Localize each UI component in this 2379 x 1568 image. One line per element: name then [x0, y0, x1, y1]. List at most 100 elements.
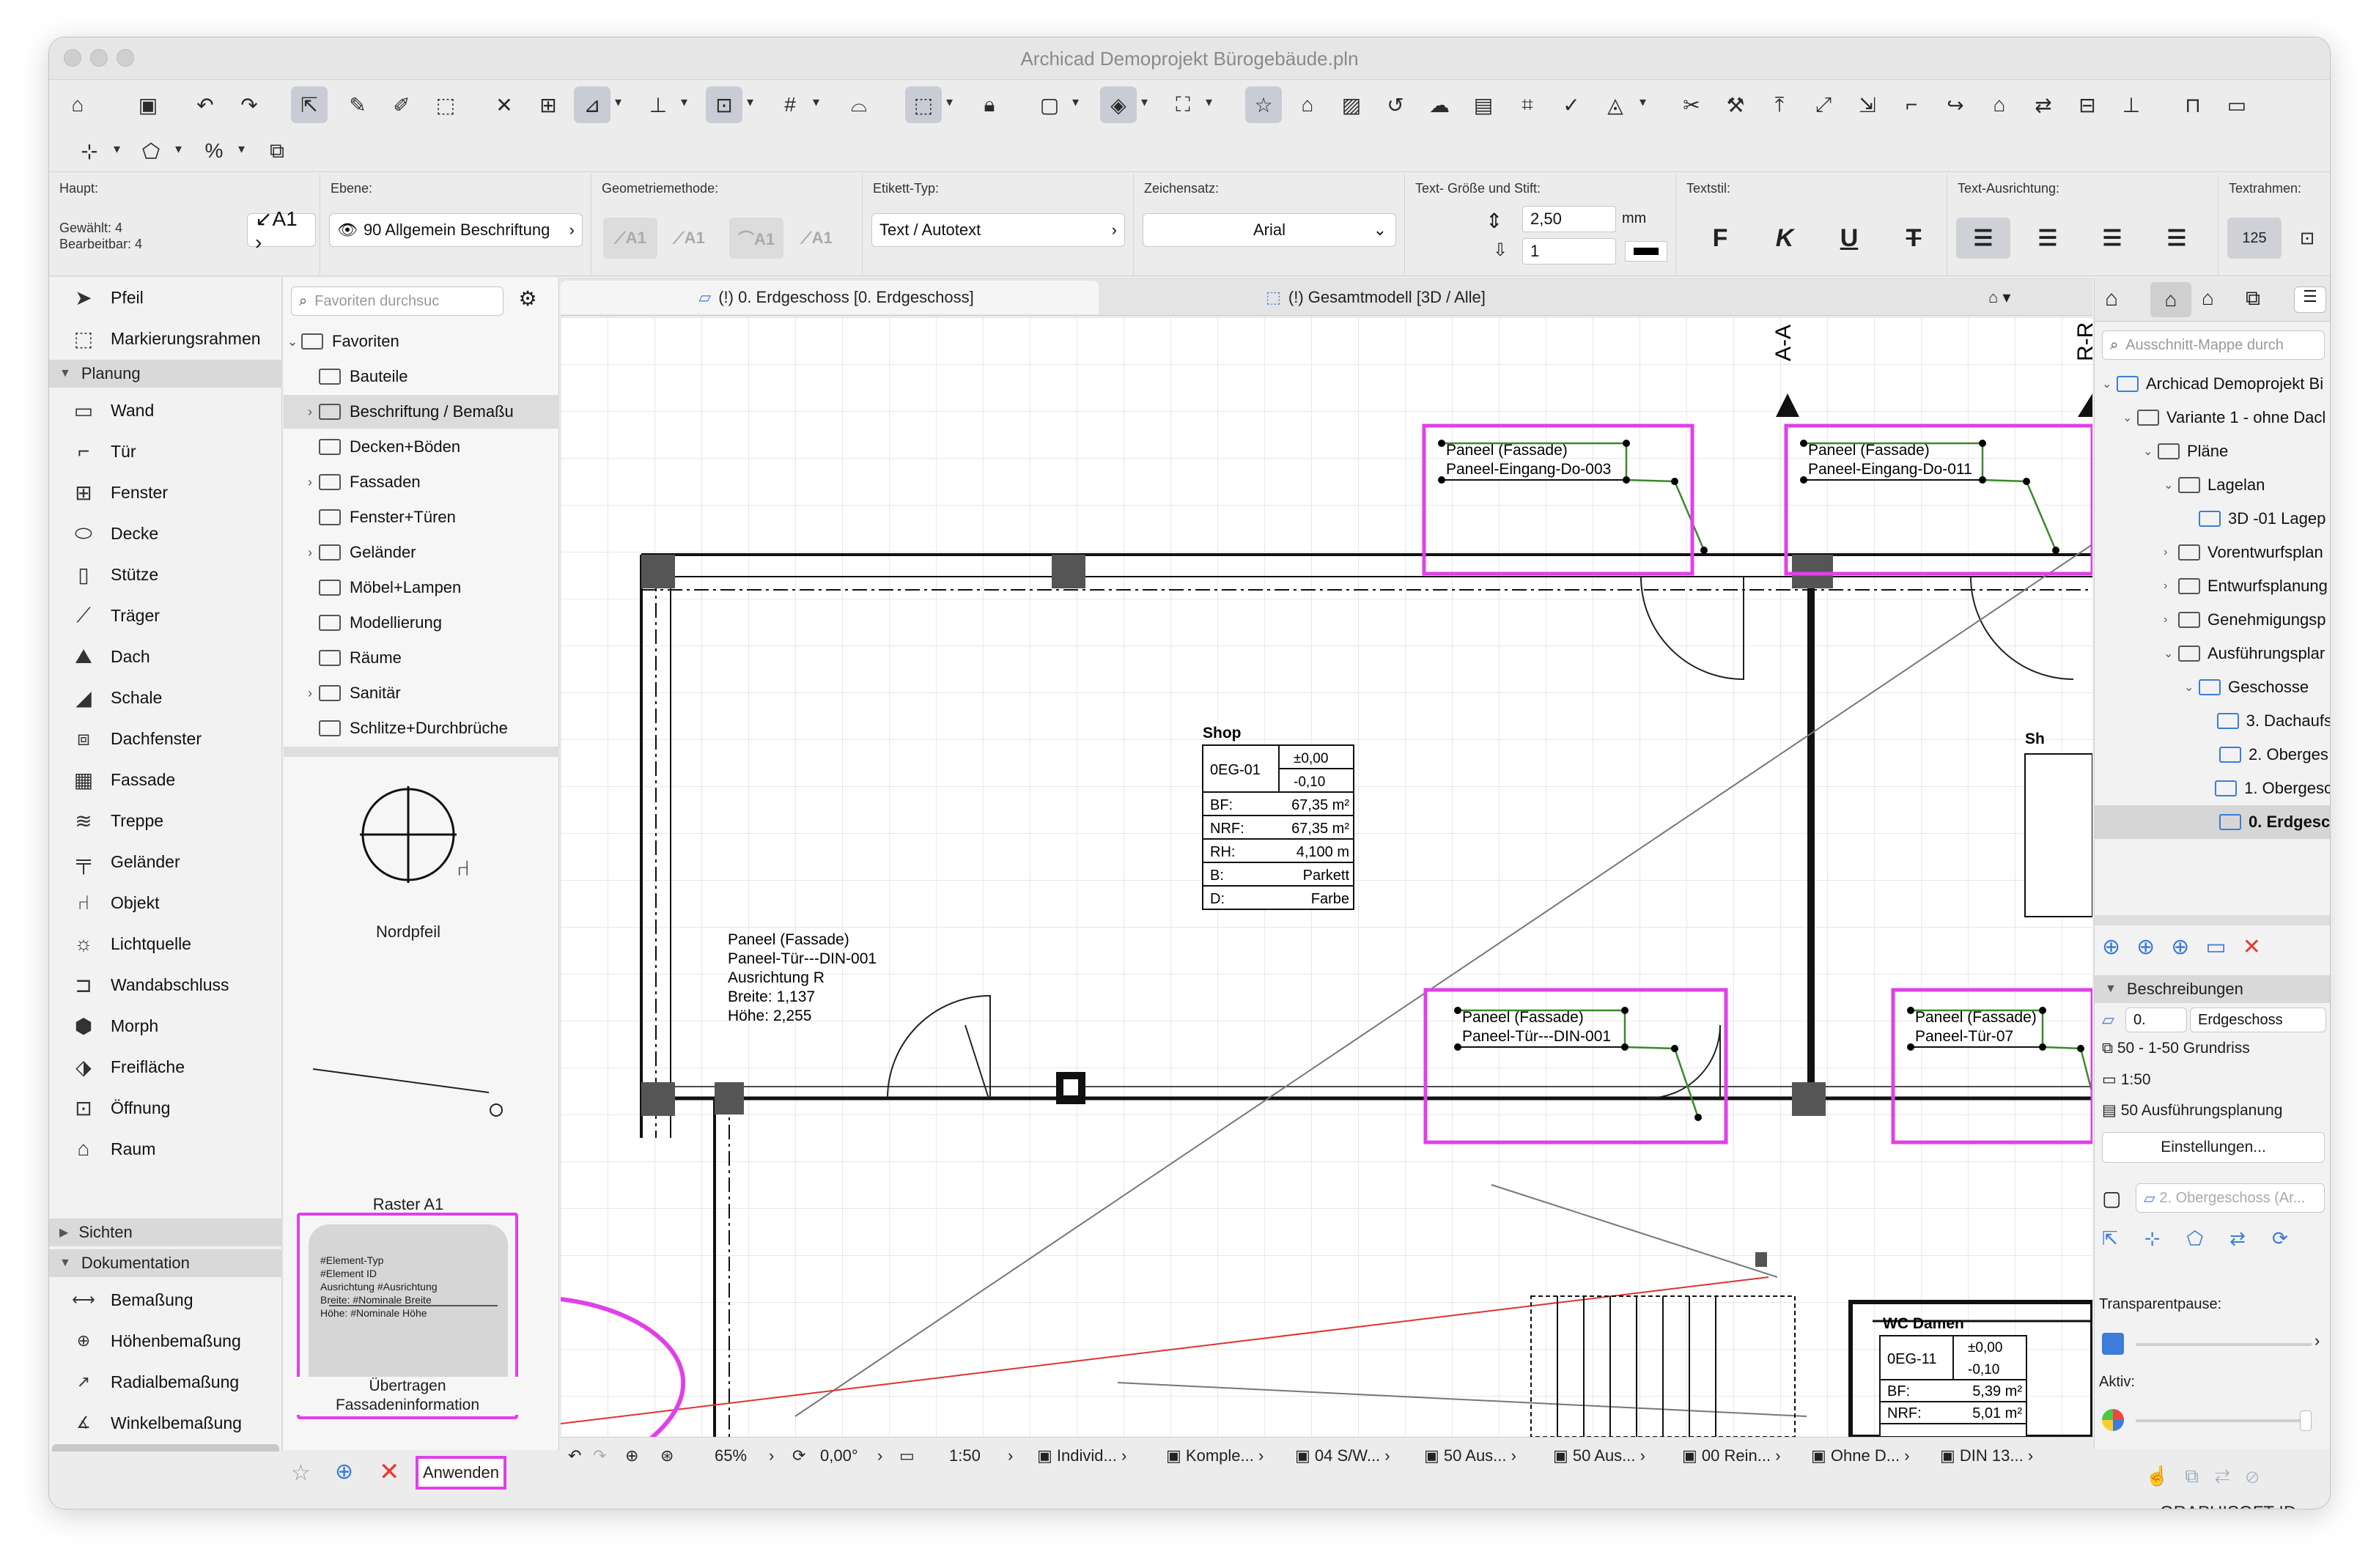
resize-icon[interactable]: ⤢	[1805, 86, 1842, 123]
doku-tool-2[interactable]: ↗ Radialbemaßung	[52, 1362, 279, 1402]
zoom-in-icon[interactable]: ⊕	[625, 1446, 638, 1465]
home-icon[interactable]: ⌂	[59, 86, 96, 123]
chevron-right-icon[interactable]: ›	[877, 1446, 882, 1465]
tool-4[interactable]: ▯ Stütze	[52, 555, 279, 594]
offset-icon[interactable]: ⇲	[1849, 86, 1886, 123]
navigator-actions[interactable]: ⊕⊕⊕▭✕	[2102, 934, 2277, 960]
chevron-down-icon[interactable]: ▾	[1640, 95, 1646, 110]
magic-wand-icon[interactable]: ⚒	[1717, 86, 1754, 123]
statusbar-selector-5[interactable]: ▣ 00 Rein... ›	[1682, 1446, 1781, 1465]
tool-15[interactable]: ⬢ Morph	[52, 1006, 279, 1046]
trace-toggle-icons[interactable]: ☝⧉⇄⊘	[2145, 1465, 2275, 1488]
geometry-curved-icon[interactable]: ⌒A1	[729, 218, 783, 259]
tool-3[interactable]: ⬭ Decke	[52, 514, 279, 553]
desc-row-3[interactable]: ▤ 50 Ausführungsplanung	[2102, 1101, 2282, 1120]
navigator-item-10[interactable]: 3. Dachaufs	[2095, 704, 2330, 738]
graphisoft-id[interactable]: GRAPHISOFT ID	[2160, 1503, 2296, 1509]
apply-button[interactable]: Anwenden	[416, 1456, 506, 1490]
tag-icon[interactable]: ⌗	[1509, 86, 1546, 123]
geometry-bent-icon[interactable]: ⟋A1	[662, 218, 716, 259]
delete-icon[interactable]: ✕	[379, 1457, 400, 1487]
tool-marquee[interactable]: ⬚ Markierungsrahmen	[52, 319, 279, 358]
chevron-down-icon[interactable]: ▾	[747, 95, 753, 110]
favorite-folder-4[interactable]: Fenster+Türen	[284, 500, 559, 534]
navigator-item-8[interactable]: ⌄ Ausführungsplar	[2095, 637, 2330, 670]
syringe-icon[interactable]: ✐	[383, 86, 420, 123]
chevron-down-icon[interactable]: ▾	[813, 95, 819, 110]
descriptions-header[interactable]: ▼ Beschreibungen	[2095, 975, 2330, 1003]
active-slider[interactable]	[2136, 1419, 2312, 1422]
layer-selector[interactable]: 👁︎ 90 Allgemein Beschriftung ›	[329, 213, 583, 247]
tool-7[interactable]: ◢ Schale	[52, 678, 279, 717]
check-icon[interactable]: ✓	[1553, 86, 1590, 123]
statusbar-selector-0[interactable]: ▣ Individ... ›	[1037, 1446, 1126, 1465]
undo-view-icon[interactable]: ↶	[568, 1446, 581, 1465]
undo-icon[interactable]: ↶	[187, 86, 224, 123]
statusbar-selector-7[interactable]: ▣ DIN 13... ›	[1940, 1446, 2033, 1465]
filter-icon[interactable]: ⛶	[1165, 86, 1201, 123]
snap-grid-icon[interactable]: ⊡	[706, 86, 742, 123]
desc-row-1[interactable]: ⧉ 50 - 1-50 Grundriss	[2102, 1040, 2250, 1057]
percent-icon[interactable]: %	[196, 133, 232, 169]
tool-0[interactable]: ▭ Wand	[52, 391, 279, 430]
navigator-search-input[interactable]: ⌕ Ausschnitt-Mappe durch	[2102, 330, 2325, 360]
navigator-item-9[interactable]: ⌄ Geschosse	[2095, 670, 2330, 704]
navigator-item-6[interactable]: › Entwurfsplanung	[2095, 569, 2330, 603]
tool-8[interactable]: ⧈ Dachfenster	[52, 719, 279, 758]
favorite-folder-10[interactable]: Schlitze+Durchbrüche	[284, 711, 559, 745]
roof-icon[interactable]: ⌂	[1981, 86, 2018, 123]
selection-icon[interactable]: ⬚	[905, 86, 942, 123]
gear-icon[interactable]: ⚙	[509, 286, 546, 316]
tab-gesamtmodell[interactable]: ⬚ (!) Gesamtmodell [3D / Alle]	[1100, 281, 1638, 314]
guide-lines-icon[interactable]: ⊿	[574, 86, 611, 123]
project-map-icon[interactable]: ⌂	[2105, 286, 2118, 311]
chevron-down-icon[interactable]: ▾	[681, 95, 687, 110]
navigator-item-1[interactable]: ⌄ Variante 1 - ohne Dacl	[2095, 401, 2330, 434]
elevate-icon[interactable]: ⤒	[1761, 86, 1798, 123]
navigator-item-2[interactable]: ⌄ Pläne	[2095, 434, 2330, 468]
chevron-right-icon[interactable]: ›	[1008, 1446, 1013, 1465]
favorite-folder-0[interactable]: Bauteile	[284, 360, 559, 393]
frame-icon[interactable]: ⊡	[2289, 218, 2325, 259]
tool-5[interactable]: ⟋ Träger	[52, 596, 279, 635]
navigator-item-4[interactable]: 3D -01 Lagep	[2095, 502, 2330, 536]
navigator-item-11[interactable]: 2. Oberges	[2095, 738, 2330, 772]
north-arrow-preview[interactable]	[357, 783, 460, 886]
color-wheel-icon[interactable]	[2102, 1409, 2124, 1431]
navigator-item-13[interactable]: 0. Erdgesc	[2095, 805, 2330, 839]
align-left-icon[interactable]: ☰	[1956, 218, 2010, 259]
doku-tool-0[interactable]: ⟷ Bemaßung	[52, 1280, 279, 1320]
navigator-item-5[interactable]: › Vorentwurfsplan	[2095, 536, 2330, 569]
doku-tool-3[interactable]: ∡ Winkelbemaßung	[52, 1403, 279, 1443]
statusbar-selector-4[interactable]: ▣ 50 Aus... ›	[1553, 1446, 1645, 1465]
split-view-icon[interactable]: ⊓	[2175, 86, 2211, 123]
tool-18[interactable]: ⌂ Raum	[52, 1129, 279, 1169]
redo-icon[interactable]: ↷	[231, 86, 268, 123]
tool-10[interactable]: ≋ Treppe	[52, 801, 279, 840]
chevron-down-icon[interactable]: ▾	[1141, 95, 1148, 110]
favorite-folder-3[interactable]: › Fassaden	[284, 465, 559, 499]
publisher-icon[interactable]: ⧉	[2246, 286, 2260, 311]
drawing-canvas[interactable]: A-A R-R Shop 0EG-01 ±0,00 -0,10 BF: 67,35…	[561, 317, 2092, 1437]
statusbar-selector-3[interactable]: ▣ 50 Aus... ›	[1424, 1446, 1516, 1465]
add-point-icon[interactable]: ⊹	[71, 133, 108, 169]
tab-erdgeschoss[interactable]: ▱ (!) 0. Erdgeschoss [0. Erdgeschoss]	[561, 281, 1099, 314]
underline-button[interactable]: U	[1827, 218, 1871, 259]
navigator-item-3[interactable]: ⌄ Lagelan	[2095, 468, 2330, 502]
navigator-item-12[interactable]: 1. Obergesc	[2095, 772, 2330, 805]
trace-story-dropdown[interactable]: ▱ 2. Obergeschoss (Ar...	[2136, 1183, 2325, 1213]
dimension-icon[interactable]: ⊞	[530, 86, 567, 123]
statusbar-selector-2[interactable]: ▣ 04 S/W... ›	[1295, 1446, 1390, 1465]
geometry-spline-icon[interactable]: ⟋A1	[789, 218, 844, 259]
chevron-down-icon[interactable]: ▾	[1206, 95, 1212, 110]
statusbar-selector-6[interactable]: ▣ Ohne D... ›	[1811, 1446, 1910, 1465]
strikethrough-button[interactable]: T	[1892, 218, 1936, 259]
section-marker-aa[interactable]: A-A	[1771, 325, 1796, 361]
text-size-input[interactable]: 2,50	[1522, 206, 1616, 232]
tool-pfeil[interactable]: ➤ Pfeil	[52, 278, 279, 317]
geometry-straight-icon[interactable]: ⟋A1	[603, 218, 657, 259]
tool-16[interactable]: ⬗ Freifläche	[52, 1047, 279, 1087]
align-center-icon[interactable]: ☰	[2021, 218, 2075, 259]
favorite-folder-1[interactable]: › Beschriftung / Bemaßu	[284, 395, 559, 429]
statusbar-selector-1[interactable]: ▣ Komple... ›	[1166, 1446, 1264, 1465]
